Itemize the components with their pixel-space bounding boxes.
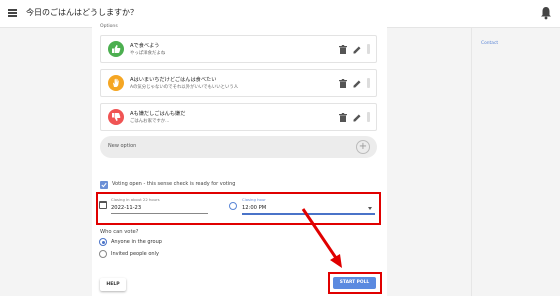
date-label: Closing in about 22 hours xyxy=(111,197,160,202)
radio-anyone[interactable] xyxy=(99,238,107,246)
page-title: 今日のごはんはどうしますか？ xyxy=(26,8,138,17)
thumb-down-icon xyxy=(108,109,124,125)
time-select[interactable]: 12:00 PM xyxy=(242,205,266,211)
radio-invited[interactable] xyxy=(99,250,107,258)
poll-form: Options Aで食べよう やっぱ洋食だよね Aはいまいちだけどごはんは食べた… xyxy=(92,20,387,296)
edit-icon[interactable] xyxy=(353,45,361,54)
voting-open-label: Voting open - this sense check is ready … xyxy=(112,181,236,187)
delete-icon[interactable] xyxy=(339,78,347,88)
bell-icon[interactable] xyxy=(540,6,552,20)
drag-handle[interactable] xyxy=(367,44,370,54)
check-icon xyxy=(101,182,107,188)
new-option-field[interactable]: New option + xyxy=(100,136,377,158)
drag-handle[interactable] xyxy=(367,78,370,88)
options-label: Options xyxy=(100,24,118,29)
drag-handle[interactable] xyxy=(367,112,370,122)
option-item[interactable]: Aはいまいちだけどごはんは食べたい Aの気分じゃないのでそれ以外がいいでもいいと… xyxy=(100,69,377,97)
time-label: Closing hour xyxy=(242,197,266,202)
menu-icon[interactable] xyxy=(8,9,17,17)
hand-icon xyxy=(108,75,124,91)
who-can-vote-label: Who can vote? xyxy=(100,229,139,235)
help-button[interactable]: HELP xyxy=(100,278,126,291)
add-option-button[interactable]: + xyxy=(356,140,370,154)
option-subtitle: Aの気分じゃないのでそれ以外がいいでもいいという人 xyxy=(130,85,239,90)
option-subtitle: ごはんお家ですか... xyxy=(130,119,170,124)
time-underline xyxy=(242,213,375,215)
calendar-icon[interactable] xyxy=(99,201,107,209)
chevron-down-icon[interactable] xyxy=(368,207,372,210)
contact-link[interactable]: Contact xyxy=(481,41,498,46)
option-title: Aで食べよう xyxy=(130,43,160,49)
option-subtitle: やっぱ洋食だよね xyxy=(130,51,166,56)
option-title: Aはいまいちだけどごはんは食べたい xyxy=(130,77,217,83)
edit-icon[interactable] xyxy=(353,79,361,88)
option-title: Aも嫌だしごはんも嫌だ xyxy=(130,111,186,117)
radio-invited-label: Invited people only xyxy=(111,251,159,257)
radio-anyone-label: Anyone in the group xyxy=(111,239,162,245)
start-poll-button[interactable]: START POLL xyxy=(333,277,376,289)
date-underline xyxy=(111,213,208,214)
option-item[interactable]: Aで食べよう やっぱ洋食だよね xyxy=(100,35,377,63)
sidebar-divider xyxy=(471,28,472,296)
thumb-up-icon xyxy=(108,41,124,57)
delete-icon[interactable] xyxy=(339,112,347,122)
date-input[interactable]: 2022-11-23 xyxy=(111,205,141,211)
delete-icon[interactable] xyxy=(339,44,347,54)
edit-icon[interactable] xyxy=(353,113,361,122)
clock-icon[interactable] xyxy=(229,202,237,210)
voting-open-checkbox[interactable] xyxy=(100,181,108,189)
option-item[interactable]: Aも嫌だしごはんも嫌だ ごはんお家ですか... xyxy=(100,103,377,131)
new-option-placeholder: New option xyxy=(108,143,137,149)
start-highlight-box: START POLL xyxy=(328,272,382,294)
